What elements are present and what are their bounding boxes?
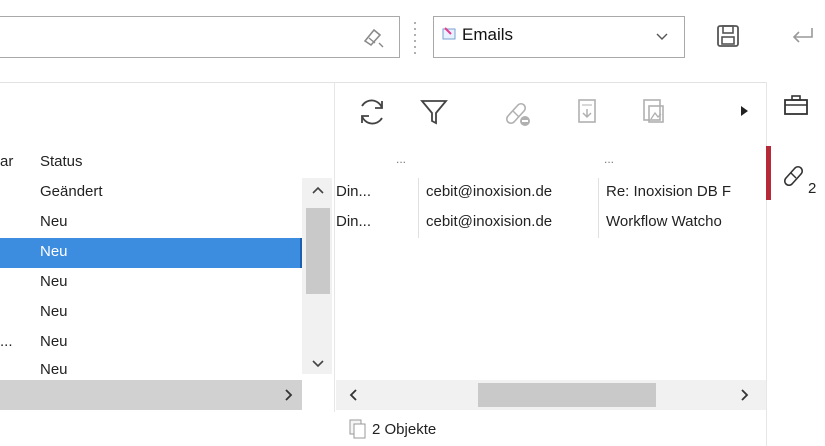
search-input[interactable] <box>0 16 400 58</box>
chevron-up-icon[interactable] <box>310 182 326 198</box>
objects-icon <box>348 418 368 440</box>
column-header-prefix[interactable]: ar <box>0 153 13 170</box>
cell-subject: Re: Inoxision DB F <box>606 183 732 200</box>
type-select-value: Emails <box>462 25 514 44</box>
link-count-badge: 2 <box>808 180 817 197</box>
refresh-icon[interactable] <box>352 92 392 132</box>
table-row[interactable]: Din... cebit@inoxision.de Re: Inoxision … <box>336 178 766 208</box>
cell-email: cebit@inoxision.de <box>426 213 553 230</box>
email-type-icon <box>442 26 458 42</box>
column-header-status[interactable]: Status <box>40 153 83 170</box>
column-header-ellipsis[interactable]: ... <box>604 152 614 166</box>
left-horizontal-scrollbar[interactable] <box>0 380 302 410</box>
cell-email: cebit@inoxision.de <box>426 183 553 200</box>
column-header-ellipsis[interactable]: ... <box>396 152 406 166</box>
table-row[interactable]: Din... cebit@inoxision.de Workflow Watch… <box>336 208 766 238</box>
table-row[interactable]: Neu <box>0 208 302 238</box>
save-icon[interactable] <box>714 22 742 50</box>
table-row[interactable]: Geändert <box>0 178 302 208</box>
link-icon[interactable] <box>780 160 806 186</box>
status-cell: Neu <box>40 213 68 230</box>
image-export-icon[interactable] <box>634 92 674 132</box>
right-horizontal-scroll-thumb[interactable] <box>478 383 656 407</box>
left-vertical-scroll-thumb[interactable] <box>306 208 330 294</box>
eraser-icon[interactable] <box>360 24 386 50</box>
briefcase-icon[interactable] <box>782 92 810 118</box>
export-icon[interactable] <box>568 92 608 132</box>
objects-count-text: 2 Objekte <box>372 421 437 438</box>
chevron-right-icon[interactable] <box>280 387 296 403</box>
active-tab-indicator <box>766 146 771 200</box>
side-panel <box>766 82 825 446</box>
grip-icon[interactable] <box>412 18 418 58</box>
chevron-down-icon[interactable] <box>654 28 670 44</box>
cell-subject: Workflow Watcho <box>606 213 722 230</box>
status-cell: Neu <box>40 361 68 378</box>
chevron-down-icon[interactable] <box>310 356 326 372</box>
chevron-left-icon[interactable] <box>346 387 362 403</box>
table-row[interactable]: ... Neu <box>0 328 302 358</box>
status-cell: Neu <box>40 303 68 320</box>
more-arrow-icon[interactable] <box>737 104 751 118</box>
panel-splitter[interactable] <box>334 82 335 412</box>
status-cell: Neu <box>40 333 68 350</box>
table-row[interactable]: Neu <box>0 356 302 380</box>
return-icon[interactable] <box>788 22 818 50</box>
table-row[interactable]: Neu <box>0 298 302 328</box>
left-table-header: ar Status <box>0 150 336 178</box>
unlink-icon[interactable] <box>496 92 536 132</box>
table-row-selected[interactable]: Neu <box>0 238 302 268</box>
status-cell: Geändert <box>40 183 103 200</box>
chevron-right-icon[interactable] <box>736 387 752 403</box>
filter-icon[interactable] <box>414 92 454 132</box>
table-row[interactable]: Neu <box>0 268 302 298</box>
status-cell: Neu <box>40 243 68 260</box>
cell-col1: Din... <box>336 183 372 200</box>
status-cell: Neu <box>40 273 68 290</box>
cell-col1: Din... <box>336 213 372 230</box>
